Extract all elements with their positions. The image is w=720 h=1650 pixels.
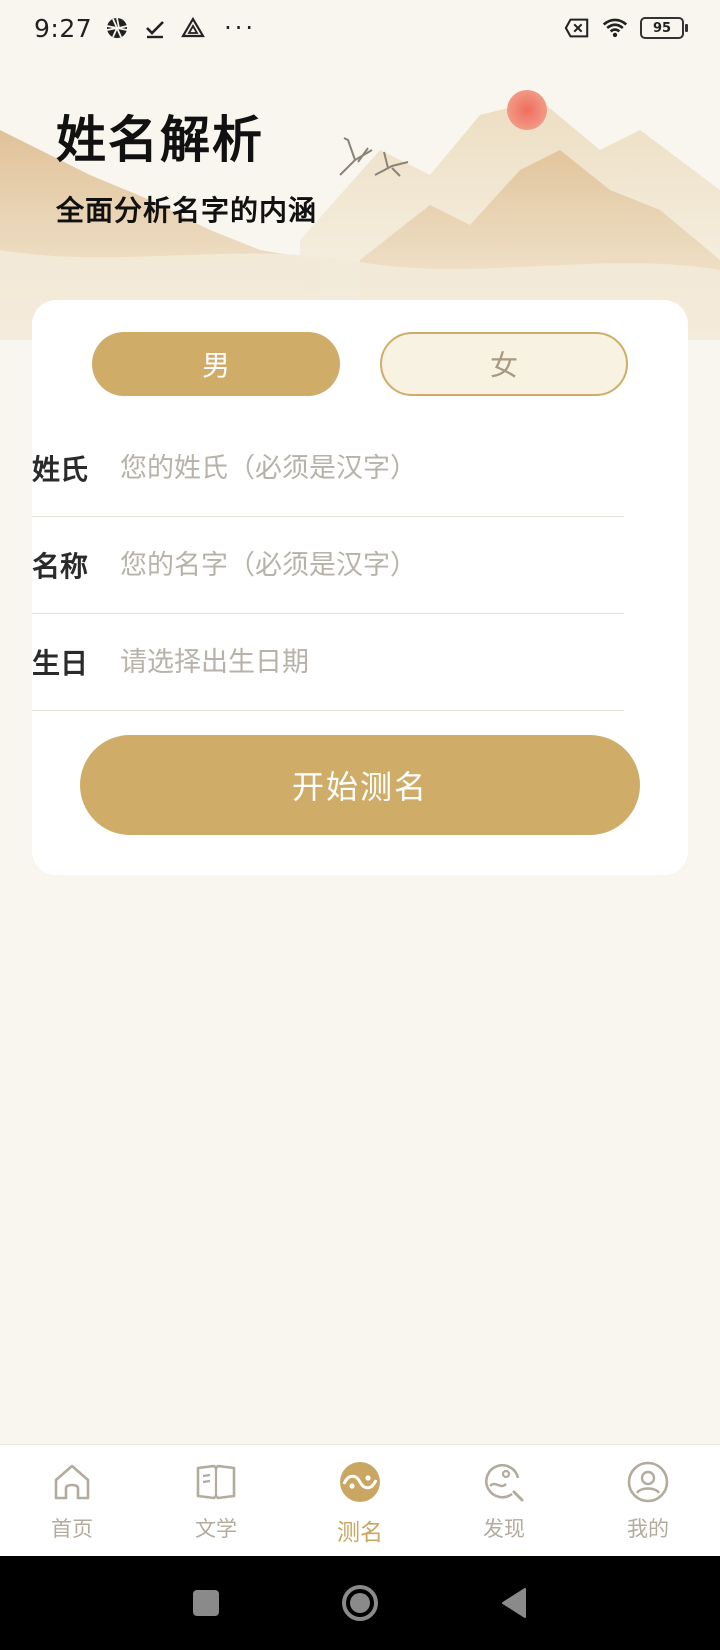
bottom-navigation: 首页 文学 测名 发现 我的 [0,1444,720,1556]
surname-label: 姓氏 [32,453,89,486]
profile-icon [625,1459,671,1505]
square-icon [193,1590,219,1616]
aperture-icon [104,15,130,41]
gender-male-button[interactable]: 男 [92,332,340,396]
yin-yang-icon [337,1459,383,1505]
sun-decoration [507,90,547,130]
system-navigation-bar [0,1556,720,1650]
nav-label-literature: 文学 [195,1517,237,1541]
back-triangle-icon [502,1588,526,1618]
more-notifications-icon: ··· [224,14,257,42]
battery-indicator: 95 [640,17,688,39]
birthday-field: 生日 [32,614,624,711]
given-name-input[interactable] [120,549,624,581]
download-check-icon [142,15,168,41]
nav-item-home[interactable]: 首页 [0,1445,144,1556]
given-name-label: 名称 [32,550,89,583]
wifi-icon [602,15,628,41]
discover-icon [481,1459,527,1505]
nav-item-discover[interactable]: 发现 [432,1445,576,1556]
nav-item-name-test[interactable]: 测名 [288,1445,432,1556]
recents-button[interactable] [184,1581,228,1625]
back-button[interactable] [492,1581,536,1625]
page-title: 姓名解析 [56,111,264,169]
birthday-label: 生日 [32,647,89,680]
page-subtitle: 全面分析名字的内涵 [56,194,318,227]
status-time: 9:27 [34,13,93,43]
circle-icon [342,1585,378,1621]
given-name-field: 名称 [32,517,624,614]
home-icon [49,1459,95,1505]
nav-label-profile: 我的 [627,1517,669,1541]
surname-field: 姓氏 [32,420,624,517]
gender-female-button[interactable]: 女 [380,332,628,396]
surname-input[interactable] [120,452,624,484]
nav-label-name-test: 测名 [337,1520,383,1546]
home-system-button[interactable] [338,1581,382,1625]
nav-label-home: 首页 [51,1517,93,1541]
gender-selector: 男 女 [92,332,628,396]
nav-item-literature[interactable]: 文学 [144,1445,288,1556]
nav-label-discover: 发现 [483,1517,525,1541]
status-bar: 9:27 ··· 95 [0,0,720,56]
nav-item-profile[interactable]: 我的 [576,1445,720,1556]
start-analysis-button[interactable]: 开始测名 [80,735,640,835]
birthday-picker-input[interactable] [120,646,624,678]
no-sim-icon [564,15,590,41]
triangle-app-icon [180,15,206,41]
book-icon [193,1459,239,1505]
